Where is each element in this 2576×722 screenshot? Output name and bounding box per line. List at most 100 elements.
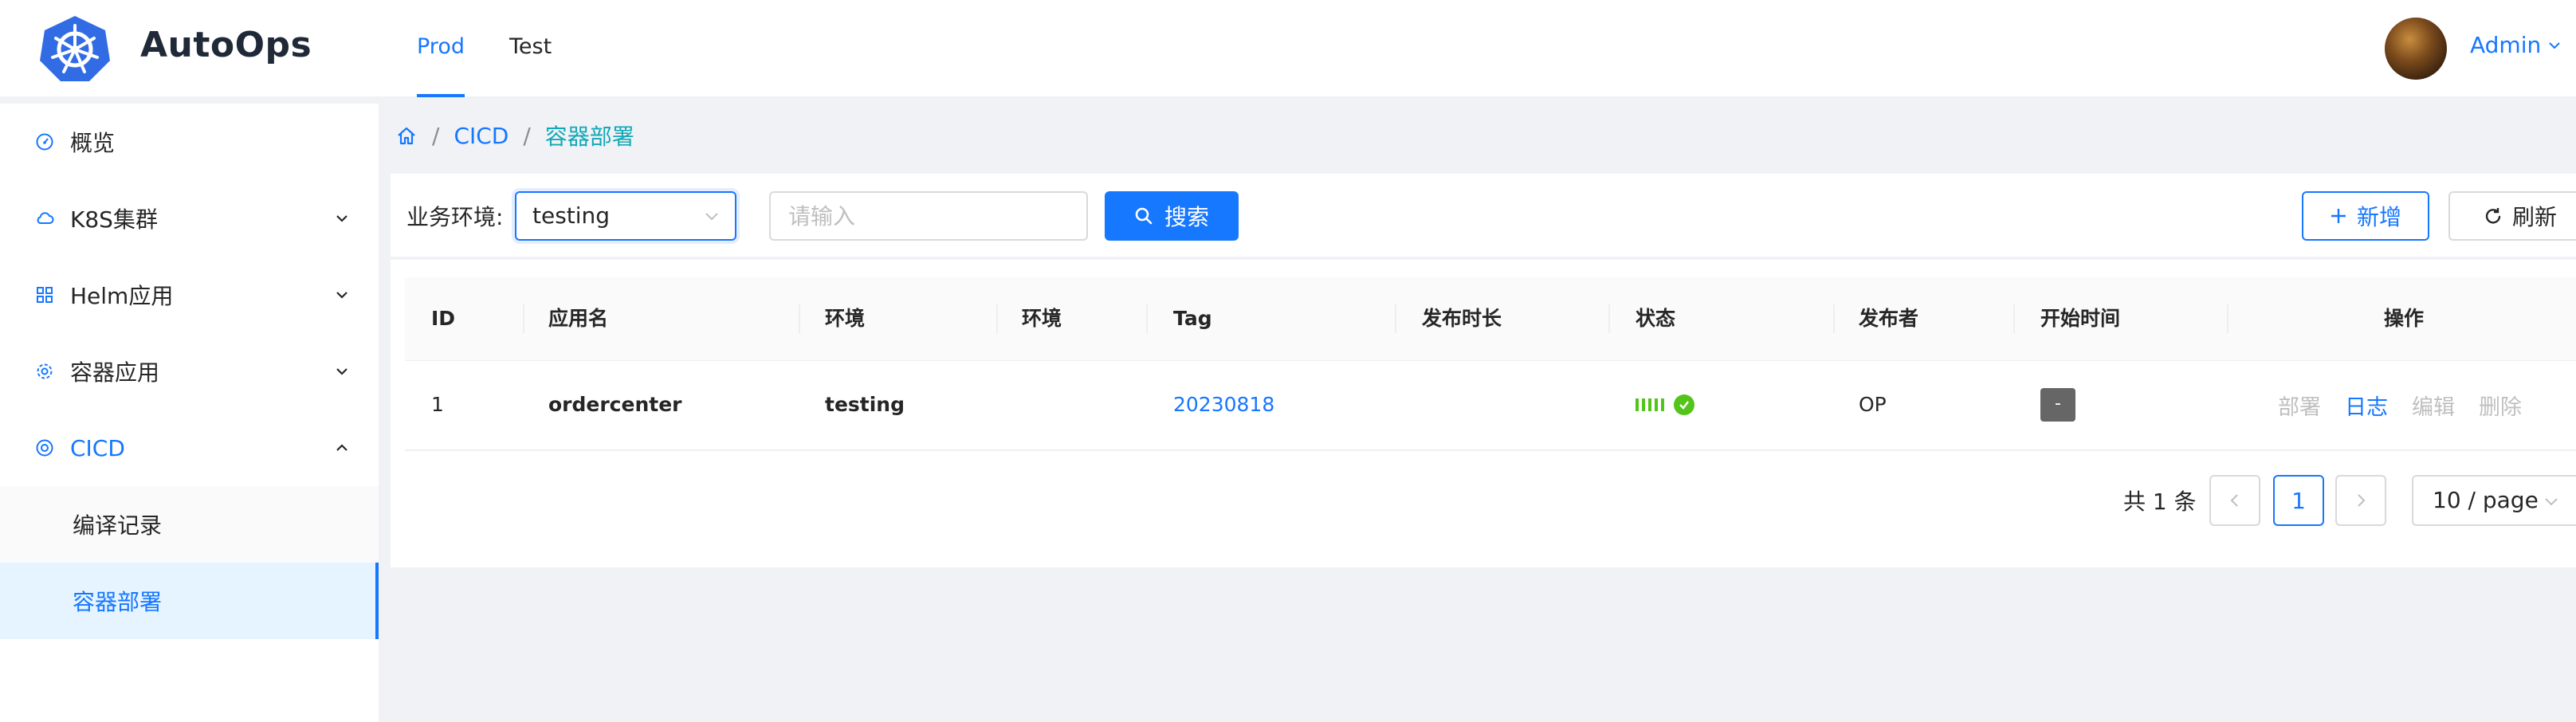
cloud-icon: [35, 209, 54, 228]
plus-icon: [2331, 209, 2346, 223]
column-separator: [1608, 304, 1610, 333]
refresh-button[interactable]: 刷新: [2448, 191, 2576, 241]
add-button-label: 新增: [2356, 204, 2401, 230]
breadcrumb-separator: /: [432, 122, 440, 149]
cicd-submenu: 编译记录 容器部署: [0, 486, 379, 639]
cell-env: testing: [825, 393, 905, 416]
env-select[interactable]: testing: [515, 191, 736, 241]
chevron-down-icon: [336, 292, 348, 299]
column-separator: [523, 304, 524, 333]
column-header-id: ID: [431, 307, 456, 330]
cell-app-name: ordercenter: [548, 393, 682, 416]
column-header-env: 环境: [825, 307, 866, 330]
page-size-select[interactable]: 10 / page: [2412, 475, 2576, 526]
env-select-value: testing: [532, 202, 611, 229]
cell-status: [1636, 360, 1694, 449]
user-menu[interactable]: Admin: [2470, 32, 2562, 58]
chevron-down-icon: [336, 215, 348, 222]
brand-name: AutoOps: [140, 25, 312, 65]
column-header-duration: 发布时长: [1422, 307, 1502, 330]
column-separator: [799, 304, 800, 333]
home-icon[interactable]: [395, 124, 418, 147]
success-check-icon: [1674, 394, 1694, 415]
progress-bars-icon: [1636, 398, 1664, 411]
chevron-down-icon: [2545, 498, 2558, 506]
column-separator: [2013, 304, 2015, 333]
dashboard-icon: [35, 132, 54, 151]
page-size-value: 10 / page: [2433, 487, 2539, 513]
table-row: 1 ordercenter testing 20230818 OP - 部署 日…: [405, 360, 2576, 451]
breadcrumb-cicd[interactable]: CICD: [454, 123, 509, 149]
sidebar: 概览 K8S集群 Helm应用 容器应用 CICD 编译记录 容器部署: [0, 104, 379, 722]
column-header-app: 应用名: [548, 307, 609, 330]
sidebar-item-container-apps[interactable]: 容器应用: [0, 333, 379, 410]
env-label: 业务环境:: [406, 204, 504, 230]
prev-page-button[interactable]: [2209, 475, 2260, 526]
table-header: ID 应用名 环境 环境 Tag 发布时长 状态 发布者 开始时间 操作: [405, 277, 2576, 361]
start-time-tag: -: [2040, 388, 2075, 422]
sidebar-item-label: CICD: [70, 434, 125, 461]
refresh-button-label: 刷新: [2511, 204, 2557, 230]
apps-icon: [35, 285, 54, 304]
column-separator: [2227, 304, 2228, 333]
page-button-current[interactable]: 1: [2273, 475, 2324, 526]
breadcrumb-current: 容器部署: [544, 124, 634, 150]
chevron-down-icon: [336, 368, 348, 375]
sidebar-item-label: 容器应用: [70, 359, 160, 386]
sidebar-item-container-deploy[interactable]: 容器部署: [0, 563, 379, 639]
column-header-actions: 操作: [2384, 307, 2425, 330]
column-separator: [1146, 304, 1148, 333]
column-header-env-2: 环境: [1022, 307, 1062, 330]
sidebar-item-label: 编译记录: [73, 512, 163, 539]
search-button-label: 搜索: [1164, 204, 1209, 230]
cell-tag-link[interactable]: 20230818: [1173, 360, 1274, 449]
tab-test[interactable]: Test: [487, 0, 574, 97]
refresh-icon: [2485, 208, 2501, 224]
sidebar-item-helm-apps[interactable]: Helm应用: [0, 257, 379, 333]
column-header-tag: Tag: [1173, 307, 1212, 330]
sidebar-item-overview[interactable]: 概览: [0, 104, 379, 180]
search-icon: [1135, 207, 1153, 225]
row-actions: 部署 日志 编辑 删除: [2278, 360, 2522, 449]
sidebar-item-label: K8S集群: [70, 206, 158, 233]
pagination-total: 共 1 条: [2123, 489, 2197, 515]
chevron-right-icon: [2358, 494, 2366, 507]
chevron-up-icon: [336, 444, 348, 451]
log-action[interactable]: 日志: [2345, 390, 2388, 421]
top-nav: Prod Test: [395, 0, 574, 97]
column-header-start-time: 开始时间: [2040, 307, 2121, 330]
column-header-publisher: 发布者: [1859, 307, 1919, 330]
sidebar-item-label: 容器部署: [73, 589, 163, 615]
kubernetes-logo-icon[interactable]: [38, 14, 112, 83]
cell-id: 1: [431, 393, 444, 416]
sidebar-item-label: 概览: [70, 130, 116, 156]
breadcrumb-separator: /: [523, 122, 531, 149]
user-name: Admin: [2470, 32, 2542, 58]
settings-icon: [35, 362, 54, 381]
chevron-down-icon: [705, 213, 718, 221]
chevron-left-icon: [2230, 494, 2238, 507]
column-separator: [1395, 304, 1396, 333]
cell-publisher: OP: [1859, 393, 1887, 416]
sidebar-item-k8s-cluster[interactable]: K8S集群: [0, 180, 379, 257]
avatar[interactable]: [2385, 18, 2447, 80]
column-separator: [996, 304, 998, 333]
sidebar-item-build-records[interactable]: 编译记录: [0, 486, 379, 563]
column-separator: [1833, 304, 1835, 333]
top-header: AutoOps Prod Test Admin: [0, 0, 2576, 97]
sidebar-item-cicd[interactable]: CICD: [0, 410, 379, 486]
breadcrumb: / CICD / 容器部署: [395, 120, 634, 151]
search-bar: 业务环境: testing 搜索 新增 刷新: [391, 174, 2576, 257]
delete-action[interactable]: 删除: [2479, 390, 2522, 421]
chevron-down-icon: [2549, 41, 2560, 49]
edit-action[interactable]: 编辑: [2412, 390, 2455, 421]
search-button[interactable]: 搜索: [1105, 191, 1239, 241]
cicd-icon: [35, 438, 54, 457]
deploy-action[interactable]: 部署: [2278, 390, 2321, 421]
next-page-button[interactable]: [2335, 475, 2386, 526]
add-button[interactable]: 新增: [2302, 191, 2429, 241]
search-input[interactable]: [769, 191, 1088, 241]
tab-prod[interactable]: Prod: [395, 0, 487, 97]
sidebar-item-label: Helm应用: [70, 283, 174, 309]
column-header-status: 状态: [1636, 307, 1676, 330]
